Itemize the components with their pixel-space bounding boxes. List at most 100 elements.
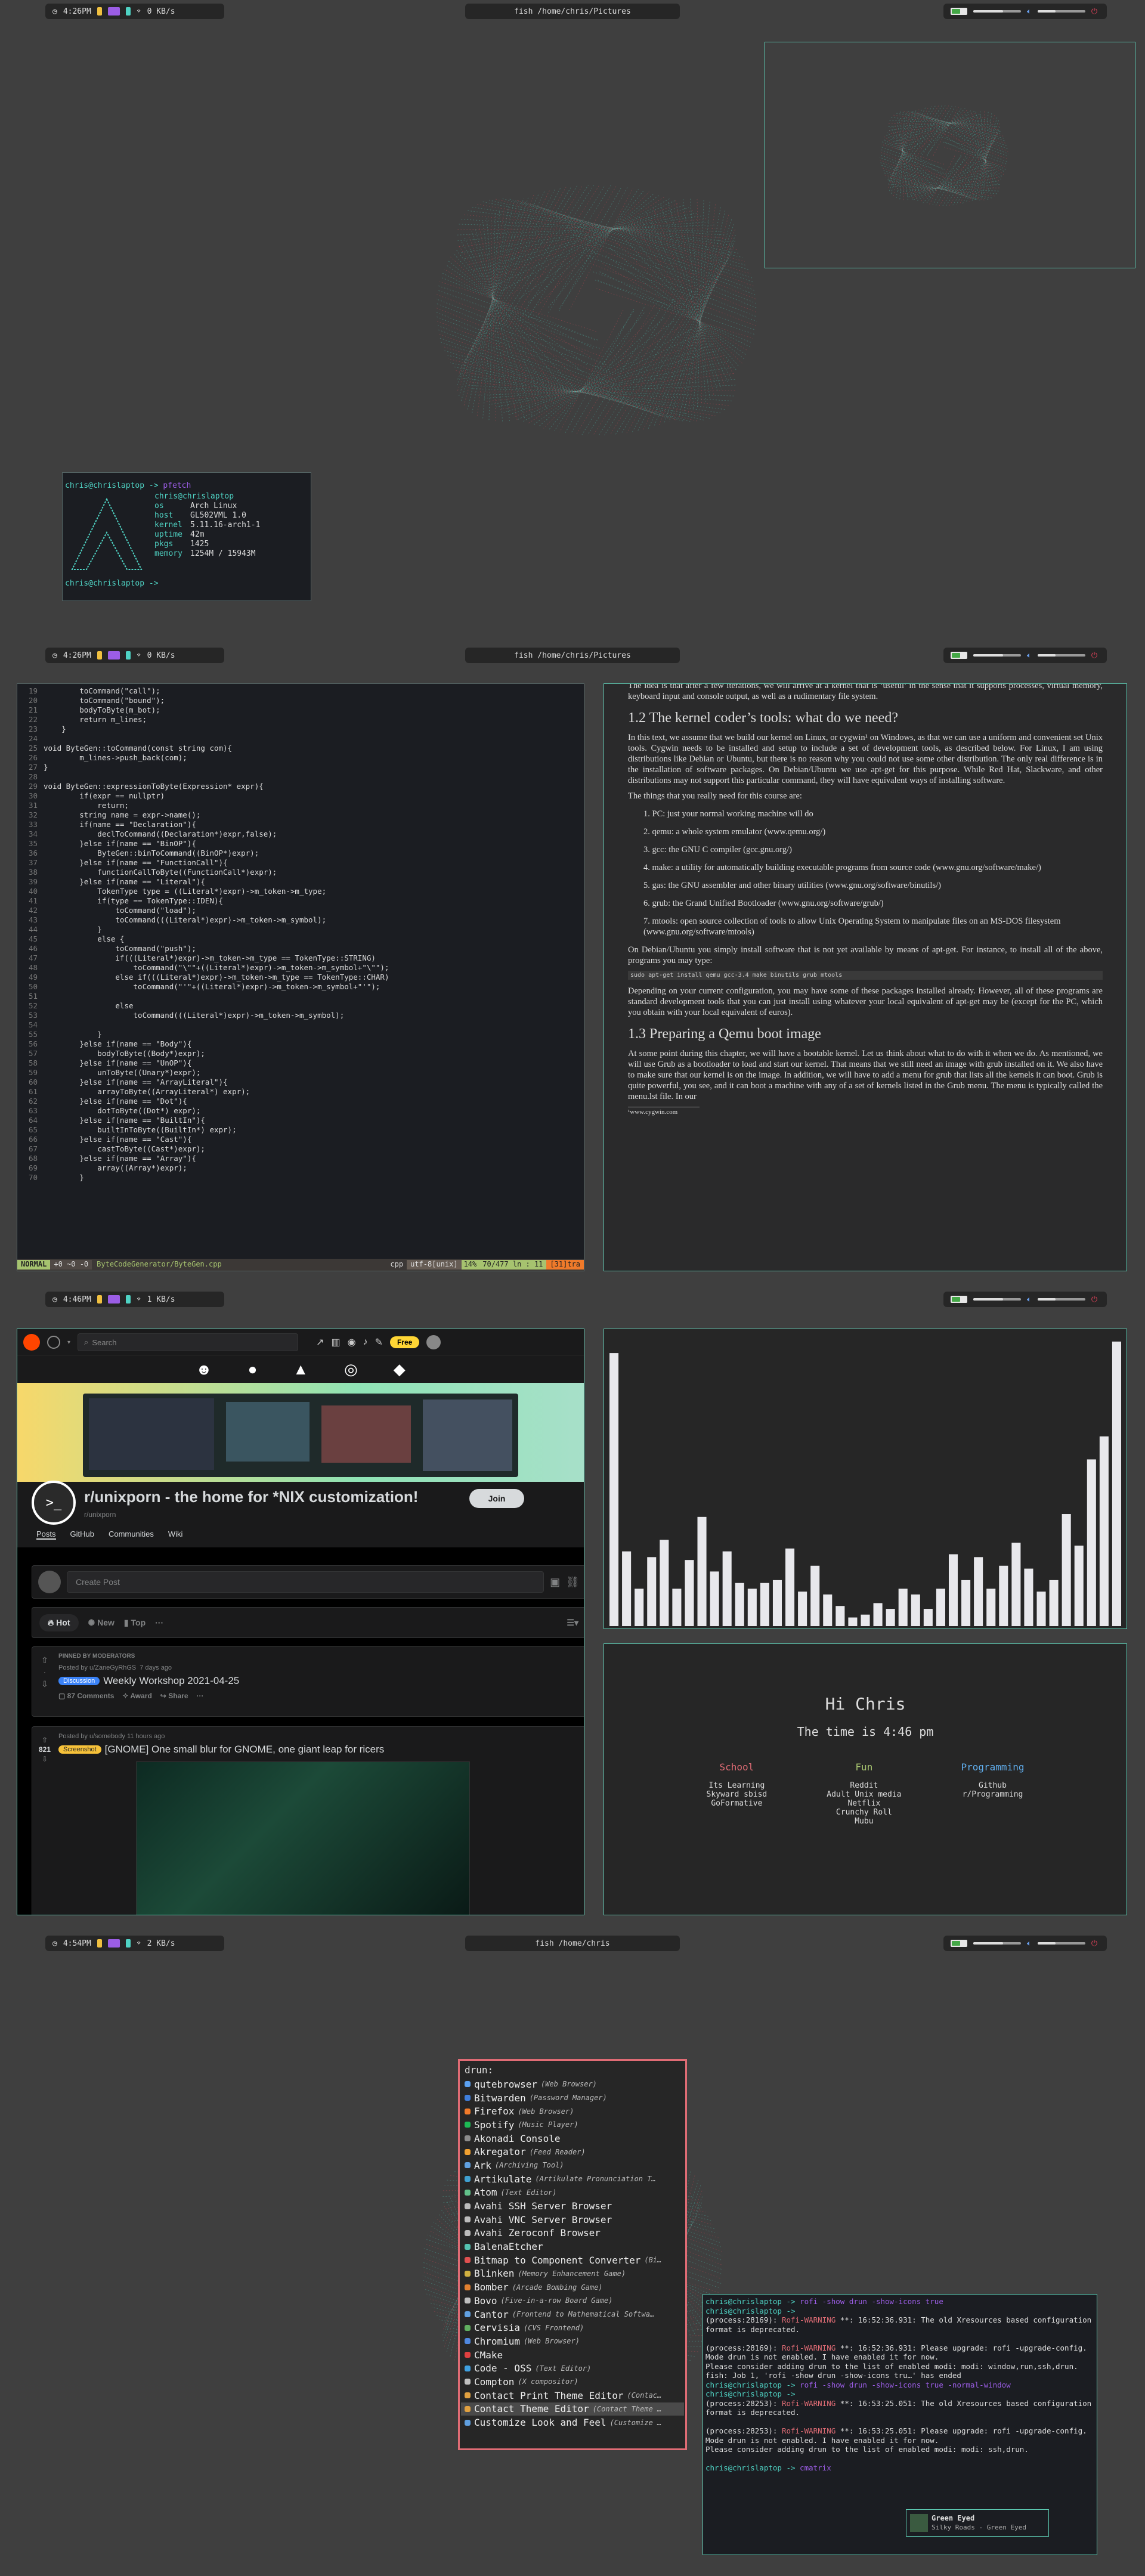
workspace-indicator-2[interactable]: [107, 651, 120, 660]
workspace-indicator-2[interactable]: [107, 1295, 120, 1304]
startpage-link[interactable]: Skyward sbisd: [707, 1790, 768, 1799]
code-line[interactable]: 35 }else if(name == "BinOP"){: [17, 839, 584, 849]
code-line[interactable]: 56 }else if(name == "Body"){: [17, 1039, 584, 1049]
code-line[interactable]: 60 }else if(name == "ArrayLiteral"){: [17, 1078, 584, 1087]
code-line[interactable]: 51: [17, 992, 584, 1001]
sort-more[interactable]: ···: [155, 1618, 163, 1627]
startpage-link[interactable]: Crunchy Roll: [827, 1808, 901, 1817]
code-line[interactable]: 62 }else if(name == "Dot"){: [17, 1097, 584, 1106]
code-line[interactable]: 63 dotToByte((Dot*) expr);: [17, 1106, 584, 1116]
code-line[interactable]: 37 }else if(name == "FunctionCall"){: [17, 858, 584, 868]
code-line[interactable]: 26 m_lines->push_back(com);: [17, 753, 584, 763]
view-toggle-icon[interactable]: ☰▾: [567, 1618, 578, 1628]
notification-popup[interactable]: Green Eyed Silky Roads - Green Eyed: [906, 2509, 1049, 2537]
code-line[interactable]: 46 toCommand("push");: [17, 944, 584, 953]
code-line[interactable]: 65 builtInToByte((BuiltIn*) expr);: [17, 1125, 584, 1135]
create-post-bar[interactable]: Create Post ▣ ⛓: [32, 1565, 584, 1599]
code-line[interactable]: 68 }else if(name == "Array"){: [17, 1154, 584, 1163]
code-line[interactable]: 29 void ByteGen::expressionToByte(Express…: [17, 782, 584, 791]
bsd-icon[interactable]: ☻: [196, 1360, 212, 1379]
post-flair[interactable]: Screenshot: [58, 1745, 101, 1754]
rofi-entry[interactable]: Avahi SSH Server Browser: [461, 2199, 684, 2213]
rofi-entry[interactable]: Avahi VNC Server Browser: [461, 2213, 684, 2227]
rofi-entry[interactable]: Compton (X compositor): [461, 2375, 684, 2389]
code-line[interactable]: 57 bodyToByte((Body*)expr);: [17, 1049, 584, 1058]
startpage-window[interactable]: Hi Chris The time is 4:46 pm School Its L…: [604, 1643, 1127, 1915]
power-icon[interactable]: ⏻: [1091, 651, 1097, 660]
startpage-link[interactable]: Its Learning: [707, 1781, 768, 1790]
rofi-entry[interactable]: Bovo (Five-in-a-row Board Game): [461, 2294, 684, 2308]
award-button[interactable]: ✧ Award: [122, 1692, 151, 1700]
post-card[interactable]: ⇧ 821 ⇩ Posted by u/somebody 11 hours ago …: [32, 1726, 584, 1915]
code-line[interactable]: 32 string name = expr->name();: [17, 810, 584, 820]
code-line[interactable]: 43 toCommand(((Literal*)expr)->m_token->…: [17, 915, 584, 925]
tab-github[interactable]: GitHub: [70, 1530, 94, 1540]
rofi-entry[interactable]: Cantor (Frontend to Mathematical Softwa…: [461, 2308, 684, 2321]
code-line[interactable]: 48 toCommand("\""+((Literal*)expr)->m_to…: [17, 963, 584, 973]
join-button[interactable]: Join: [469, 1489, 524, 1508]
code-line[interactable]: 21 bodyToByte(m_bot);: [17, 705, 584, 715]
rofi-entry[interactable]: Cervisia (CVS Frontend): [461, 2321, 684, 2334]
sort-hot[interactable]: 🔥︎ Hot: [39, 1614, 79, 1631]
home-icon[interactable]: [47, 1336, 60, 1349]
rofi-entry[interactable]: Ark (Archiving Tool): [461, 2159, 684, 2172]
code-line[interactable]: 22 return m_lines;: [17, 715, 584, 724]
rofi-entry[interactable]: Contact Theme Editor (Contact Theme …: [461, 2402, 684, 2416]
all-icon[interactable]: ▥: [331, 1336, 340, 1348]
brightness-slider[interactable]: [973, 1298, 1021, 1301]
sort-top[interactable]: ▮ Top: [124, 1618, 146, 1628]
workspace-indicator-1[interactable]: [97, 651, 102, 660]
code-line[interactable]: 44 }: [17, 925, 584, 934]
chat-icon[interactable]: ◉: [348, 1336, 356, 1348]
create-post-input[interactable]: Create Post: [67, 1571, 544, 1593]
code-line[interactable]: 54: [17, 1020, 584, 1030]
code-line[interactable]: 30 if(expr == nullptr): [17, 791, 584, 801]
debian-icon[interactable]: ◎: [344, 1360, 358, 1379]
notification-icon[interactable]: ♪: [363, 1337, 368, 1348]
rofi-entry[interactable]: Bitmap to Component Converter (Bi…: [461, 2253, 684, 2267]
image-icon[interactable]: ▣: [550, 1576, 560, 1589]
rofi-entry[interactable]: BalenaEtcher: [461, 2240, 684, 2253]
rofi-entry[interactable]: Atom (Text Editor): [461, 2186, 684, 2200]
reddit-browser-window[interactable]: ▾ ⌕ Search ↗ ▥ ◉ ♪ ✎ Free ☻ ● ▲ ◎ ◆ >_ r…: [17, 1329, 584, 1915]
rofi-entry[interactable]: Bomber (Arcade Bombing Game): [461, 2280, 684, 2294]
search-input[interactable]: ⌕ Search: [78, 1333, 299, 1351]
startpage-link[interactable]: GoFormative: [707, 1799, 768, 1808]
popular-icon[interactable]: ↗: [316, 1336, 324, 1348]
startpage-link[interactable]: Netflix: [827, 1799, 901, 1808]
code-line[interactable]: 38 functionCallToByte((FunctionCall*)exp…: [17, 868, 584, 877]
rofi-entry[interactable]: Blinken (Memory Enhancement Game): [461, 2267, 684, 2281]
startpage-link[interactable]: r/Programming: [961, 1790, 1025, 1799]
code-line[interactable]: 27}: [17, 763, 584, 772]
rofi-entry[interactable]: Bitwarden (Password Manager): [461, 2091, 684, 2105]
volume-icon[interactable]: 🔈︎: [1027, 651, 1032, 660]
code-line[interactable]: 55 }: [17, 1030, 584, 1039]
rofi-entry[interactable]: Code - OSS (Text Editor): [461, 2361, 684, 2375]
code-line[interactable]: 28: [17, 772, 584, 782]
code-line[interactable]: 50 toCommand("'"+((Literal*)expr)->m_tok…: [17, 982, 584, 992]
gentoo-icon[interactable]: ◆: [394, 1360, 406, 1379]
code-line[interactable]: 23 }: [17, 724, 584, 734]
code-line[interactable]: 42 toCommand("load");: [17, 906, 584, 915]
code-line[interactable]: 36 ByteGen::binToCommand((BinOP*)expr);: [17, 849, 584, 858]
reddit-logo-icon[interactable]: [23, 1334, 40, 1351]
rofi-entry[interactable]: CMake: [461, 2348, 684, 2362]
code-line[interactable]: 64 }else if(name == "BuiltIn"){: [17, 1116, 584, 1125]
code-line[interactable]: 41 if(type == TokenType::IDEN){: [17, 896, 584, 906]
rofi-prompt[interactable]: drun:: [461, 2063, 684, 2077]
code-line[interactable]: 45 else {: [17, 934, 584, 944]
rofi-launcher[interactable]: drun: qutebrowser (Web Browser) Bitwarden(…: [458, 2059, 687, 2450]
rofi-entry[interactable]: Akregator (Feed Reader): [461, 2145, 684, 2159]
rofi-entry[interactable]: Artikulate (Artikulate Pronunciation T…: [461, 2172, 684, 2186]
code-line[interactable]: 33 if(name == "Declaration"){: [17, 820, 584, 829]
workspace-indicator-3[interactable]: [125, 1295, 131, 1304]
create-post-icon[interactable]: ✎: [375, 1336, 383, 1348]
share-button[interactable]: ↪ Share: [160, 1692, 188, 1700]
chevron-down-icon[interactable]: ▾: [67, 1339, 70, 1346]
rofi-entry[interactable]: Spotify (Music Player): [461, 2118, 684, 2132]
code-line[interactable]: 40 TokenType type = ((Literal*)expr)->m_…: [17, 887, 584, 896]
startpage-link[interactable]: Mubu: [827, 1817, 901, 1826]
code-area[interactable]: 19 toCommand("call"); 20 toCommand("bound…: [17, 686, 584, 1254]
code-line[interactable]: 52 else: [17, 1001, 584, 1011]
code-line[interactable]: 39 }else if(name == "Literal"){: [17, 877, 584, 887]
